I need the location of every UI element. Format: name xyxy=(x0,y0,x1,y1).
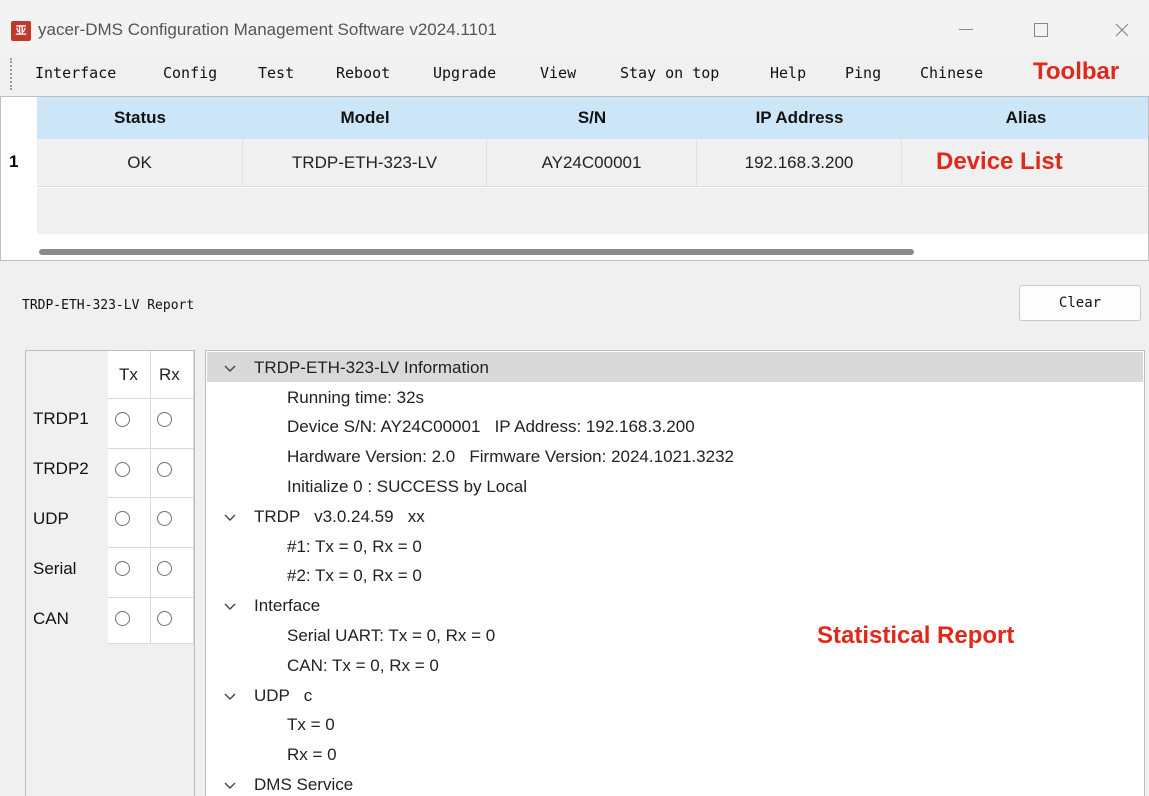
menu-interface[interactable]: Interface xyxy=(35,64,116,82)
tree-node-interface[interactable]: Interface xyxy=(254,596,320,616)
menu-config[interactable]: Config xyxy=(163,64,217,82)
menu-help[interactable]: Help xyxy=(770,64,806,82)
chevron-down-icon[interactable] xyxy=(224,782,236,790)
tree-leaf-udp-tx[interactable]: Tx = 0 xyxy=(287,715,335,735)
row-number-cell[interactable]: 1 xyxy=(1,139,37,187)
minimize-button[interactable] xyxy=(944,12,988,48)
column-alias[interactable]: Alias xyxy=(902,97,1148,139)
menu-stay-on-top[interactable]: Stay on top xyxy=(620,64,719,82)
chevron-down-icon[interactable] xyxy=(224,603,236,611)
status-grid xyxy=(108,351,194,644)
menu-ping[interactable]: Ping xyxy=(845,64,881,82)
app-logo-icon: 亚 xyxy=(11,21,31,41)
device-list-header: Status Model S/N IP Address Alias xyxy=(1,97,1148,139)
title-bar: 亚 yacer-DMS Configuration Management Sof… xyxy=(0,0,1149,56)
tree-leaf-can[interactable]: CAN: Tx = 0, Rx = 0 xyxy=(287,656,439,676)
column-status[interactable]: Status xyxy=(37,97,243,139)
row-number: 1 xyxy=(9,152,19,171)
menu-view[interactable]: View xyxy=(540,64,576,82)
udp-tx-indicator xyxy=(115,511,130,526)
trdp1-tx-indicator xyxy=(115,412,130,427)
tx-header: Tx xyxy=(119,365,138,384)
cell-status[interactable]: OK xyxy=(37,139,243,187)
tree-leaf-running-time[interactable]: Running time: 32s xyxy=(287,388,424,408)
rx-header: Rx xyxy=(159,365,180,384)
device-list: Status Model S/N IP Address Alias 1 OK T… xyxy=(0,96,1149,261)
tree-leaf-trdp-2[interactable]: #2: Tx = 0, Rx = 0 xyxy=(287,566,422,586)
serial-tx-indicator xyxy=(115,561,130,576)
can-rx-indicator xyxy=(157,611,172,626)
chevron-down-icon[interactable] xyxy=(224,693,236,701)
chevron-down-icon[interactable] xyxy=(224,365,236,373)
column-model[interactable]: Model xyxy=(243,97,487,139)
cell-sn[interactable]: AY24C00001 xyxy=(487,139,697,187)
maximize-icon xyxy=(1034,23,1048,37)
chevron-down-icon[interactable] xyxy=(224,514,236,522)
tree-node-dms-service[interactable]: DMS Service xyxy=(254,775,353,795)
tree-node-trdp[interactable]: TRDP v3.0.24.59 xx xyxy=(254,507,425,527)
statistical-report-annotation: Statistical Report xyxy=(817,622,1015,649)
row-label-trdp1: TRDP1 xyxy=(33,409,89,428)
report-title: TRDP-ETH-323-LV Report xyxy=(22,298,195,313)
toolbar: Interface Config Test Reboot Upgrade Vie… xyxy=(0,56,1149,92)
status-table: Tx Rx TRDP1 TRDP2 UDP Serial CAN xyxy=(25,350,195,796)
empty-row xyxy=(37,188,1148,234)
window-title: yacer-DMS Configuration Management Softw… xyxy=(38,20,497,39)
tree-leaf-udp-rx[interactable]: Rx = 0 xyxy=(287,745,337,765)
tree-node-information[interactable]: TRDP-ETH-323-LV Information xyxy=(254,358,489,378)
tree-leaf-initialize[interactable]: Initialize 0 : SUCCESS by Local xyxy=(287,477,527,497)
menu-chinese[interactable]: Chinese xyxy=(920,64,983,82)
horizontal-scrollbar[interactable] xyxy=(39,249,914,255)
menu-upgrade[interactable]: Upgrade xyxy=(433,64,496,82)
minimize-icon xyxy=(959,29,973,30)
tree-leaf-serial-uart[interactable]: Serial UART: Tx = 0, Rx = 0 xyxy=(287,626,495,646)
cell-model[interactable]: TRDP-ETH-323-LV xyxy=(243,139,487,187)
row-label-serial: Serial xyxy=(33,559,77,578)
tree-leaf-versions[interactable]: Hardware Version: 2.0 Firmware Version: … xyxy=(287,447,734,467)
udp-rx-indicator xyxy=(157,511,172,526)
row-label-udp: UDP xyxy=(33,509,69,528)
column-sn[interactable]: S/N xyxy=(487,97,697,139)
trdp2-rx-indicator xyxy=(157,462,172,477)
maximize-button[interactable] xyxy=(1019,12,1063,48)
close-icon xyxy=(1115,23,1129,37)
report-tree[interactable]: TRDP-ETH-323-LV Information Running time… xyxy=(205,350,1145,796)
toolbar-annotation: Toolbar xyxy=(1033,58,1120,85)
row-label-trdp2: TRDP2 xyxy=(33,459,89,478)
can-tx-indicator xyxy=(115,611,130,626)
trdp2-tx-indicator xyxy=(115,462,130,477)
column-ip-address[interactable]: IP Address xyxy=(697,97,902,139)
tree-node-udp[interactable]: UDP c xyxy=(254,686,312,706)
menu-test[interactable]: Test xyxy=(258,64,294,82)
row-label-can: CAN xyxy=(33,609,69,628)
menu-reboot[interactable]: Reboot xyxy=(336,64,390,82)
toolbar-grip[interactable] xyxy=(10,58,12,90)
close-button[interactable] xyxy=(1100,12,1144,48)
header-corner[interactable] xyxy=(1,97,37,139)
tree-leaf-trdp-1[interactable]: #1: Tx = 0, Rx = 0 xyxy=(287,537,422,557)
tree-leaf-device-sn[interactable]: Device S/N: AY24C00001 IP Address: 192.1… xyxy=(287,417,695,437)
device-list-annotation: Device List xyxy=(936,148,1063,175)
clear-button[interactable]: Clear xyxy=(1019,285,1141,321)
serial-rx-indicator xyxy=(157,561,172,576)
trdp1-rx-indicator xyxy=(157,412,172,427)
cell-ip-address[interactable]: 192.168.3.200 xyxy=(697,139,902,187)
